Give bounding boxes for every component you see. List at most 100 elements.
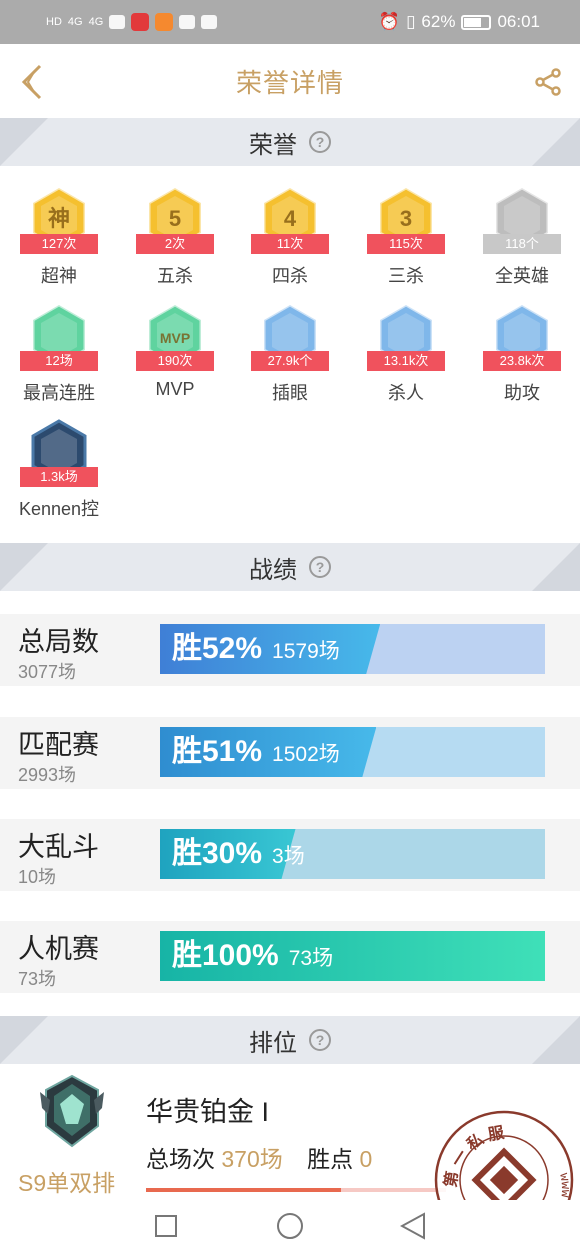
honor-item-shen[interactable]: 神 127次 超神 [4,180,114,290]
honor-item-trophy[interactable]: 12场最高连胜 [4,297,114,407]
stat-name: 人机赛 [18,934,99,964]
honor-label: 杀人 [388,383,424,403]
win-rate-label: 胜52% [172,632,263,665]
section-title-stats: 战绩 [249,556,297,584]
honor-label: 助攻 [504,383,540,403]
honor-count: 11次 [251,234,329,254]
honor-item-ward[interactable]: 27.9k个 插眼 [235,297,345,407]
win-games: 1579场 [272,640,340,663]
stat-count: 73场 [18,969,57,989]
battery-icon [461,14,492,30]
section-title-honor: 荣誉 [249,131,297,159]
stat-count: 10场 [18,867,57,887]
nav-bar: 荣誉详情 [0,44,580,118]
battery-percent: 62% [421,12,456,31]
honor-count: 2次 [136,234,214,254]
status-bar: HD 4G 4G ⏰ ▯ 62% 06:01 [0,0,580,44]
honor-item-kennen[interactable]: 1.3k场 Kennen控 [4,413,114,523]
page-title: 荣誉详情 [235,67,344,98]
honor-label: 全英雄 [495,266,549,286]
triangle-back-icon[interactable] [400,1212,426,1240]
signal-4g-label: 4G [67,16,83,28]
honor-label: MVP [155,379,195,399]
win-games: 73场 [288,947,334,970]
stat-count: 2993场 [18,765,77,785]
rank-points-label: 胜点 [307,1146,354,1172]
video-app-icon [155,13,174,31]
rank-progress-fill [146,1188,341,1192]
win-games: 3场 [272,845,305,868]
honor-count: 27.9k个 [251,351,329,371]
stat-row[interactable]: 总局数 3077场 胜52% 1579场 [0,614,580,686]
honor-item-kill[interactable]: 13.1k次 杀人 [351,297,461,407]
honor-count: 118个 [483,234,561,254]
section-header-rank: 排位 ? [0,1016,580,1064]
rank-tier: 华贵铂金 I [146,1097,270,1127]
stat-name: 大乱斗 [18,832,99,862]
four-badge-glyph: 4 [284,206,297,231]
system-nav-bar [0,1200,580,1257]
honor-count: 12场 [20,351,98,371]
win-rate-text: 胜52% 1579场 [172,624,340,674]
cloud-icon [109,15,126,29]
section-header-honor: 荣誉 ? [0,118,580,166]
honor-label: 插眼 [272,383,308,403]
rank-total-value: 370场 [221,1146,283,1172]
win-games: 1502场 [272,743,340,766]
honor-item-assist[interactable]: 23.8k次 助攻 [467,297,577,407]
honor-label: 最高连胜 [23,383,95,403]
section-title-rank: 排位 [249,1029,297,1057]
app-root: { "status_bar": { "left_labels": ["HD", … [0,0,580,1257]
stat-name: 匹配赛 [18,730,99,760]
rank-total-label: 总场次 [146,1146,215,1172]
honor-count: 115次 [367,234,445,254]
win-rate-label: 胜51% [172,735,263,768]
stat-row[interactable]: 匹配赛 2993场 胜51% 1502场 [0,717,580,789]
honor-count: 23.8k次 [483,351,561,371]
square-icon[interactable] [154,1214,178,1238]
stat-row[interactable]: 大乱斗 10场 胜30% 3场 [0,819,580,891]
chevron-left-icon[interactable] [16,62,52,102]
chat-icon [179,15,196,29]
mvp-badge-glyph: MVP [160,330,190,346]
win-rate-bar: 胜51% 1502场 [160,727,545,777]
five-badge-glyph: 5 [169,206,181,231]
shen-badge-glyph: 神 [48,206,70,231]
honor-label: Kennen控 [18,499,100,519]
win-rate-bar: 胜100% 73场 [160,931,545,981]
signal-4g-label-2: 4G [88,16,104,28]
help-icon[interactable]: ? [309,131,331,153]
honor-item-three[interactable]: 3 115次 三杀 [351,180,461,290]
win-rate-text: 胜100% 73场 [172,931,333,981]
honor-item-all-heroes[interactable]: 118个全英雄 [467,180,577,290]
honor-item-four[interactable]: 4 11次四杀 [235,180,345,290]
app-notification-icon [131,13,150,31]
honor-label: 五杀 [157,266,193,286]
help-icon[interactable]: ? [309,1029,331,1051]
honor-label: 四杀 [272,266,308,286]
win-rate-text: 胜30% 3场 [172,829,305,879]
share-icon[interactable] [534,68,562,96]
vibrate-icon: ▯ [406,12,416,31]
hd-label: HD [46,16,62,28]
honor-item-five[interactable]: 5 2次五杀 [120,180,230,290]
map-icon [201,15,218,29]
help-icon[interactable]: ? [309,556,331,578]
honor-count: 127次 [20,234,98,254]
clock: 06:01 [497,12,540,31]
rank-progress-bar [146,1188,446,1192]
honor-item-mvp[interactable]: MVP 190次 MVP [120,297,230,407]
alarm-icon: ⏰ [378,12,401,31]
stat-row[interactable]: 人机赛 73场 胜100% 73场 [0,921,580,993]
win-rate-bar: 胜52% 1579场 [160,624,545,674]
circle-icon[interactable] [276,1212,304,1240]
stat-name: 总局数 [18,627,99,657]
win-rate-text: 胜51% 1502场 [172,727,340,777]
section-header-stats: 战绩 ? [0,543,580,591]
win-rate-bar: 胜30% 3场 [160,829,545,879]
status-left: HD 4G 4G [46,13,218,31]
honor-count: 13.1k次 [367,351,445,371]
status-right: ⏰ ▯ 62% 06:01 [379,12,540,32]
rank-season: S9单双排 [18,1170,116,1196]
platinum-rank-emblem-icon [40,1074,104,1148]
